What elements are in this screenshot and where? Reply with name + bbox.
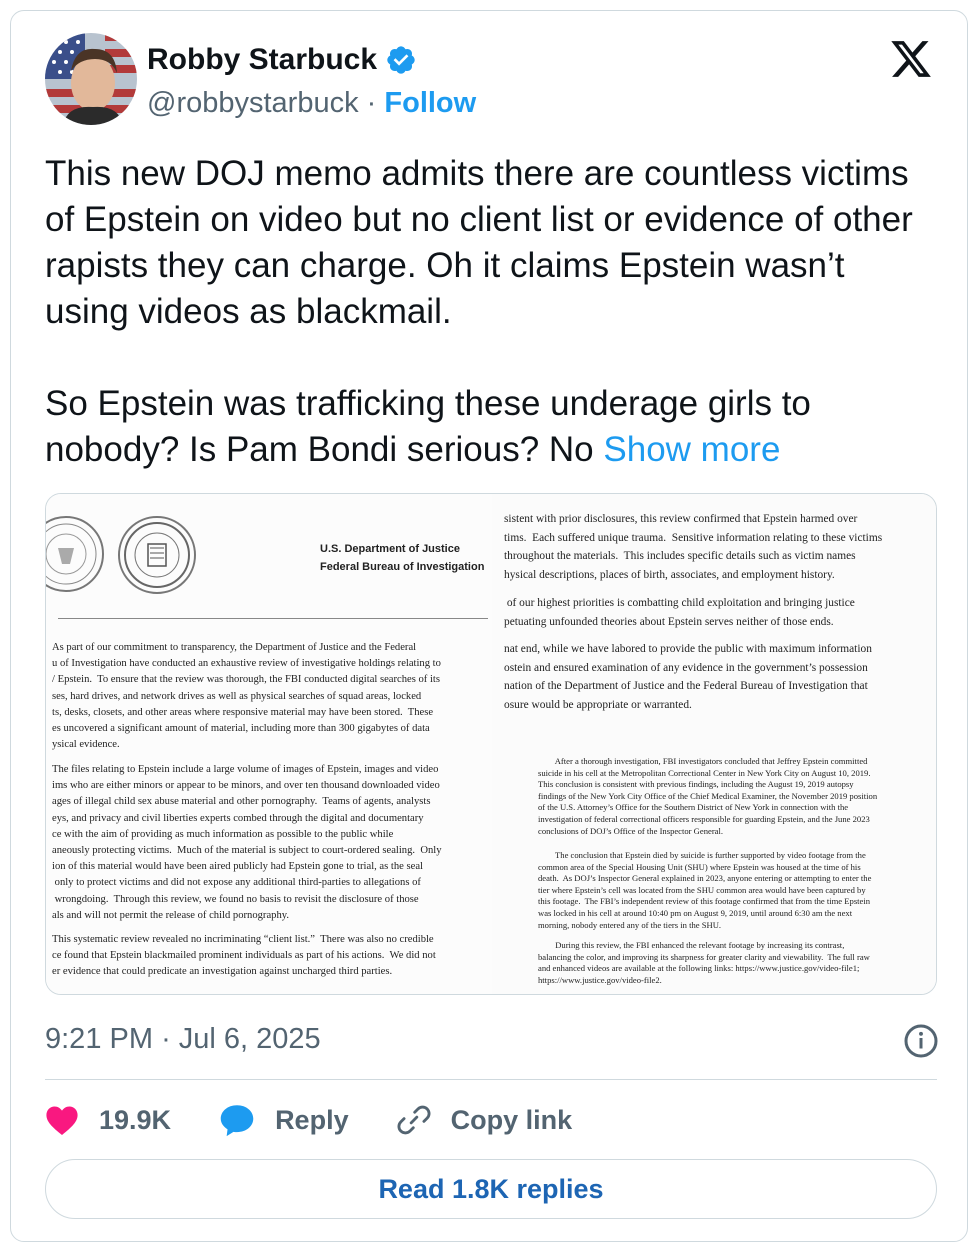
verified-badge-icon bbox=[387, 46, 415, 74]
post-time[interactable]: 9:21 PM bbox=[45, 1023, 153, 1055]
author-name[interactable]: Robby Starbuck bbox=[147, 43, 417, 77]
copy-link-button[interactable]: Copy link bbox=[397, 1103, 573, 1137]
doc-left-paragraph-3: This systematic review revealed no incri… bbox=[52, 934, 436, 978]
read-replies-label: Read 1.8K replies bbox=[378, 1173, 604, 1204]
avatar[interactable] bbox=[45, 33, 137, 125]
reply-button[interactable]: Reply bbox=[219, 1103, 349, 1137]
follow-button[interactable]: Follow bbox=[384, 87, 476, 119]
doc-right-small-paragraph-3: During this review, the FBI enhanced the… bbox=[538, 940, 870, 985]
handle-separator: · bbox=[366, 87, 377, 119]
action-bar: 19.9K Reply Copy link bbox=[45, 1097, 620, 1143]
reply-label: Reply bbox=[275, 1104, 349, 1135]
like-count: 19.9K bbox=[99, 1104, 172, 1135]
tweet-text: This new DOJ memo admits there are count… bbox=[45, 151, 925, 473]
doc-right-paragraph-3: nat end, while we have labored to provid… bbox=[504, 643, 872, 711]
doc-right-paragraph-2: of our highest priorities is combatting … bbox=[504, 597, 855, 628]
document-page-right: sistent with prior disclosures, this rev… bbox=[492, 494, 936, 994]
agency-line-2: Federal Bureau of Investigation bbox=[320, 561, 485, 573]
x-logo-icon[interactable] bbox=[889, 37, 933, 81]
timestamp-separator: · bbox=[161, 1023, 171, 1055]
post-date[interactable]: Jul 6, 2025 bbox=[179, 1023, 321, 1055]
agency-line-1: U.S. Department of Justice bbox=[320, 543, 460, 555]
like-button[interactable]: 19.9K bbox=[45, 1104, 171, 1136]
copy-link-label: Copy link bbox=[450, 1104, 573, 1135]
info-icon[interactable] bbox=[903, 1023, 939, 1059]
tweet-body: This new DOJ memo admits there are count… bbox=[45, 154, 913, 469]
fbi-seal-icon bbox=[118, 516, 196, 594]
handle-row: @robbystarbuck · Follow bbox=[147, 87, 476, 120]
link-icon bbox=[397, 1105, 431, 1135]
divider bbox=[45, 1079, 937, 1080]
timestamp[interactable]: 9:21 PM · Jul 6, 2025 bbox=[45, 1023, 321, 1056]
show-more-link[interactable]: Show more bbox=[603, 430, 780, 469]
header-rule bbox=[58, 618, 488, 619]
author-name-text[interactable]: Robby Starbuck bbox=[147, 43, 377, 77]
doc-right-small-paragraph-2: The conclusion that Epstein died by suic… bbox=[538, 850, 872, 930]
doj-seal-icon bbox=[46, 516, 104, 592]
agency-heading: U.S. Department of Justice Federal Burea… bbox=[320, 540, 484, 576]
document-page-left: U.S. Department of Justice Federal Burea… bbox=[46, 494, 492, 994]
doc-left-paragraph-2: The files relating to Epstein include a … bbox=[52, 764, 442, 921]
read-replies-button[interactable]: Read 1.8K replies bbox=[45, 1159, 937, 1219]
tweet-card: Robby Starbuck @robbystarbuck · Follow T… bbox=[10, 10, 968, 1242]
doc-right-small-paragraph-1: After a thorough investigation, FBI inve… bbox=[538, 756, 878, 836]
document-image[interactable]: U.S. Department of Justice Federal Burea… bbox=[45, 493, 937, 995]
heart-icon bbox=[46, 1106, 78, 1136]
reply-bubble-icon bbox=[220, 1105, 254, 1137]
author-handle[interactable]: @robbystarbuck bbox=[147, 87, 359, 119]
doc-left-paragraph-1: As part of our commitment to transparenc… bbox=[52, 642, 441, 751]
doc-right-paragraph-1: sistent with prior disclosures, this rev… bbox=[504, 513, 883, 581]
